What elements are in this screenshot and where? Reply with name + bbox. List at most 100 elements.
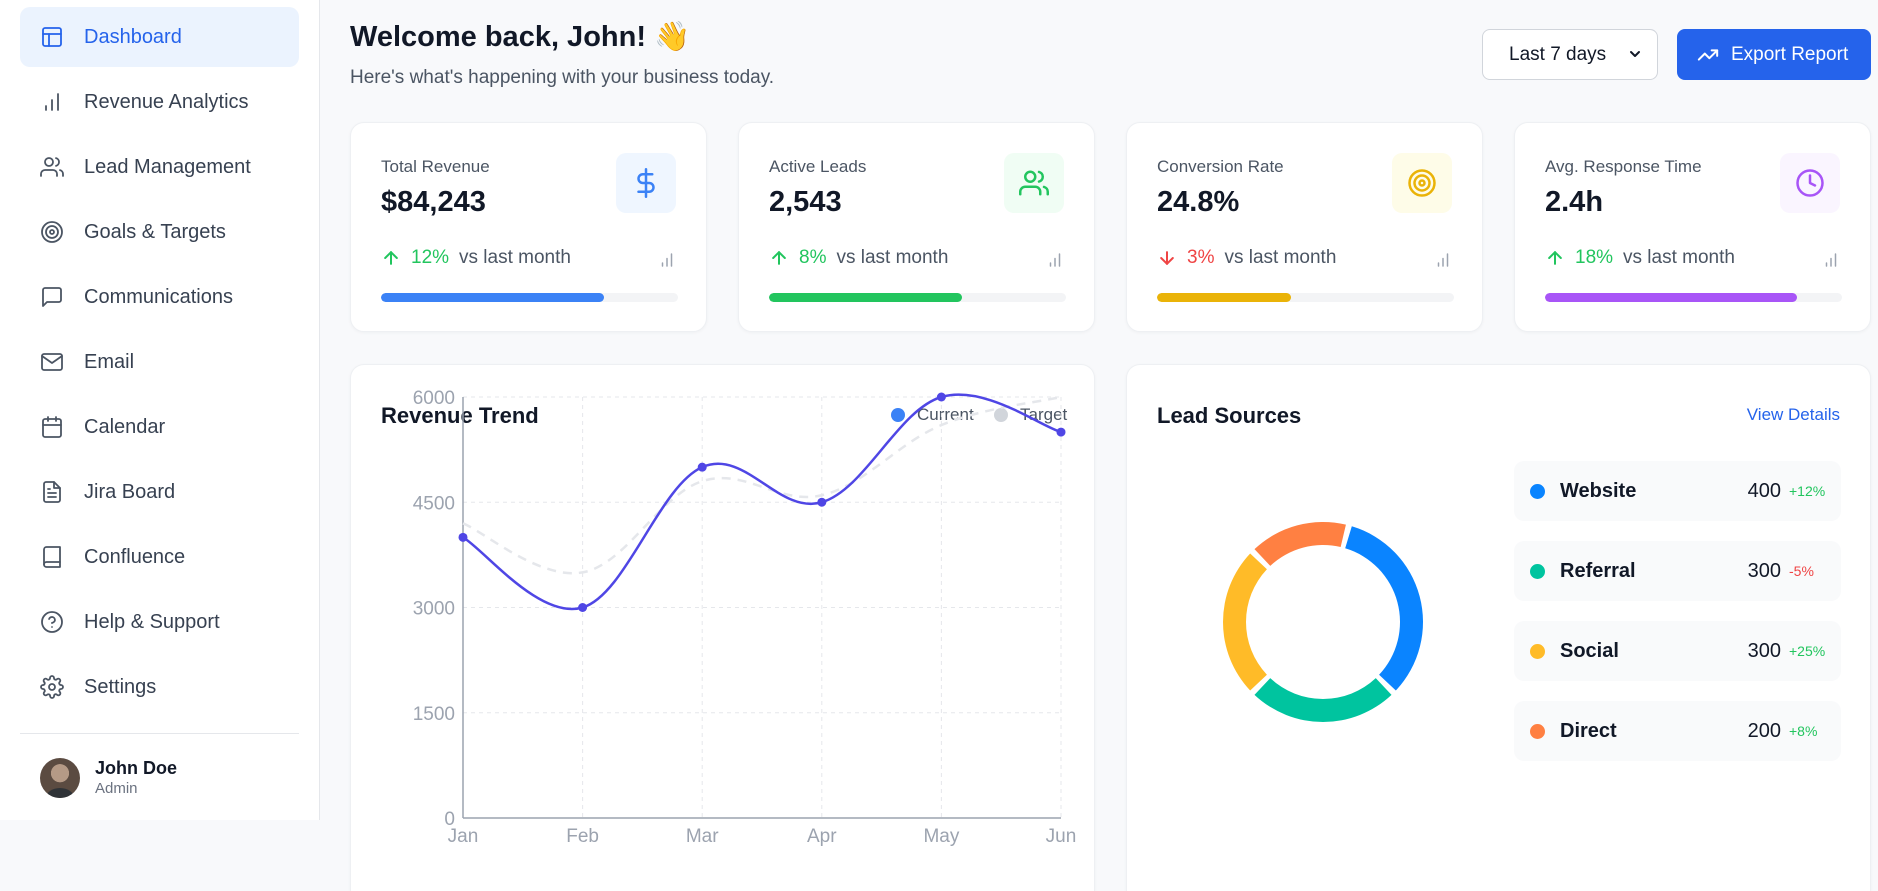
x-tick-label: May bbox=[923, 826, 959, 847]
stat-card-conversion-rate: Conversion Rate 24.8% 3% vs last month bbox=[1126, 122, 1483, 332]
avatar bbox=[40, 758, 80, 798]
book-icon bbox=[43, 546, 61, 568]
sidebar-item-communications[interactable]: Communications bbox=[20, 267, 299, 327]
stat-card-total-revenue: Total Revenue $84,243 12% vs last month bbox=[350, 122, 707, 332]
users-icon bbox=[40, 157, 64, 177]
donut-slice-referral[interactable] bbox=[1254, 678, 1392, 722]
export-report-button[interactable]: Export Report bbox=[1677, 29, 1871, 80]
view-details-link[interactable]: View Details bbox=[1747, 405, 1840, 425]
sidebar-item-label: Email bbox=[84, 350, 135, 373]
arrow-up-icon bbox=[1548, 251, 1562, 265]
donut-slice-social[interactable] bbox=[1223, 553, 1267, 691]
lead-source-value: 400 bbox=[1747, 479, 1781, 502]
stat-value: 2,543 bbox=[769, 186, 842, 218]
sidebar-item-revenue-analytics[interactable]: Revenue Analytics bbox=[20, 72, 299, 132]
target-icon bbox=[40, 220, 64, 244]
arrow-down-icon bbox=[1160, 251, 1174, 265]
stat-icon-badge bbox=[1780, 153, 1840, 213]
lead-source-change: +12% bbox=[1789, 483, 1826, 499]
lead-source-row-website[interactable]: Website 400 +12% bbox=[1514, 461, 1841, 521]
sidebar-item-dashboard[interactable]: Dashboard bbox=[20, 7, 299, 67]
sidebar-item-label: Dashboard bbox=[84, 25, 182, 48]
stat-change-value: 3% bbox=[1187, 247, 1215, 268]
sidebar-item-label: Settings bbox=[84, 675, 157, 698]
stat-progress-fill bbox=[381, 293, 604, 302]
sidebar-item-email[interactable]: Email bbox=[20, 332, 299, 392]
mail-icon bbox=[40, 350, 64, 374]
stat-progress-track bbox=[769, 293, 1066, 302]
lead-source-row-social[interactable]: Social 300 +25% bbox=[1514, 621, 1841, 681]
users-icon bbox=[40, 155, 64, 179]
revenue-trend-chart: 01500300045006000Jan Feb Mar Apr May Jun bbox=[413, 388, 1077, 847]
stat-label: Avg. Response Time bbox=[1545, 157, 1702, 176]
bar-chart-icon bbox=[45, 93, 59, 111]
arrow-up-icon bbox=[384, 251, 398, 265]
lead-source-change: +25% bbox=[1789, 643, 1826, 659]
sidebar-item-goals-targets[interactable]: Goals & Targets bbox=[20, 202, 299, 262]
lead-sources-donut bbox=[1223, 522, 1423, 722]
dollar-icon bbox=[637, 168, 655, 198]
lead-source-dot bbox=[1530, 483, 1545, 499]
stat-change: 3% vs last month bbox=[1157, 247, 1336, 269]
help-circle-icon bbox=[41, 611, 63, 633]
y-tick-label: 3000 bbox=[413, 599, 455, 620]
x-tick-label: Jun bbox=[1046, 826, 1077, 847]
lead-source-value: 200 bbox=[1747, 719, 1781, 742]
layout-icon bbox=[42, 27, 62, 47]
sidebar-item-jira-board[interactable]: Jira Board bbox=[20, 462, 299, 522]
sidebar-item-confluence[interactable]: Confluence bbox=[20, 527, 299, 587]
date-range-value: Last 7 days bbox=[1509, 43, 1607, 65]
bar-chart-icon bbox=[661, 253, 673, 267]
lead-source-name: Referral bbox=[1560, 559, 1636, 582]
stat-progress-fill bbox=[1157, 293, 1291, 302]
stat-card-avg-response-time: Avg. Response Time 2.4h 18% vs last month bbox=[1514, 122, 1871, 332]
lead-source-row-direct[interactable]: Direct 200 +8% bbox=[1514, 701, 1841, 761]
calendar-icon bbox=[40, 415, 64, 439]
bar-chart-icon bbox=[1825, 253, 1837, 267]
stat-icon-badge bbox=[1392, 153, 1452, 213]
chevron-down-icon bbox=[1630, 51, 1640, 57]
book-icon bbox=[40, 545, 64, 569]
user-profile[interactable]: John Doe Admin bbox=[40, 757, 177, 799]
stat-label: Conversion Rate bbox=[1157, 157, 1284, 176]
trending-up-icon bbox=[1697, 48, 1719, 61]
sidebar-item-label: Lead Management bbox=[84, 155, 251, 178]
date-range-select[interactable]: Last 7 days bbox=[1482, 29, 1658, 80]
settings-icon bbox=[40, 675, 64, 699]
help-circle-icon bbox=[40, 610, 64, 634]
x-tick-label: Jan bbox=[448, 826, 479, 847]
stat-value: 24.8% bbox=[1157, 186, 1240, 218]
donut-slice-direct[interactable] bbox=[1254, 522, 1346, 566]
stat-progress-track bbox=[1157, 293, 1454, 302]
sidebar-item-lead-management[interactable]: Lead Management bbox=[20, 137, 299, 197]
lead-source-name: Direct bbox=[1560, 719, 1617, 742]
y-tick-label: 6000 bbox=[413, 388, 455, 409]
sidebar-item-help-support[interactable]: Help & Support bbox=[20, 592, 299, 652]
stat-change: 8% vs last month bbox=[769, 247, 948, 269]
x-tick-label: Feb bbox=[566, 826, 599, 847]
lead-source-name: Social bbox=[1560, 639, 1619, 662]
sidebar-item-label: Confluence bbox=[84, 545, 186, 568]
y-tick-label: 1500 bbox=[413, 704, 455, 725]
series-line-target bbox=[462, 395, 1062, 575]
lead-source-value: 300 bbox=[1747, 639, 1781, 662]
sidebar-item-calendar[interactable]: Calendar bbox=[20, 397, 299, 457]
data-point-current bbox=[578, 603, 588, 612]
data-point-current bbox=[1056, 427, 1066, 437]
clock-icon bbox=[1796, 169, 1824, 197]
donut-slice-website[interactable] bbox=[1345, 526, 1423, 691]
lead-source-row-referral[interactable]: Referral 300 -5% bbox=[1514, 541, 1841, 601]
calendar-icon bbox=[42, 416, 62, 438]
lead-source-dot bbox=[1530, 563, 1545, 579]
stat-progress-fill bbox=[1545, 293, 1798, 302]
mail-icon bbox=[41, 353, 63, 371]
layout-icon bbox=[40, 25, 64, 49]
lead-sources-card: Lead Sources View Details Website 400 +12%… bbox=[1126, 364, 1871, 891]
stat-value: $84,243 bbox=[381, 186, 486, 218]
stat-change-caption: vs last month bbox=[459, 247, 571, 268]
sidebar-item-settings[interactable]: Settings bbox=[20, 657, 299, 717]
stat-value: 2.4h bbox=[1545, 186, 1604, 218]
stat-change-caption: vs last month bbox=[836, 247, 949, 268]
sidebar-item-label: Help & Support bbox=[84, 610, 220, 633]
sidebar-item-label: Jira Board bbox=[84, 480, 176, 503]
